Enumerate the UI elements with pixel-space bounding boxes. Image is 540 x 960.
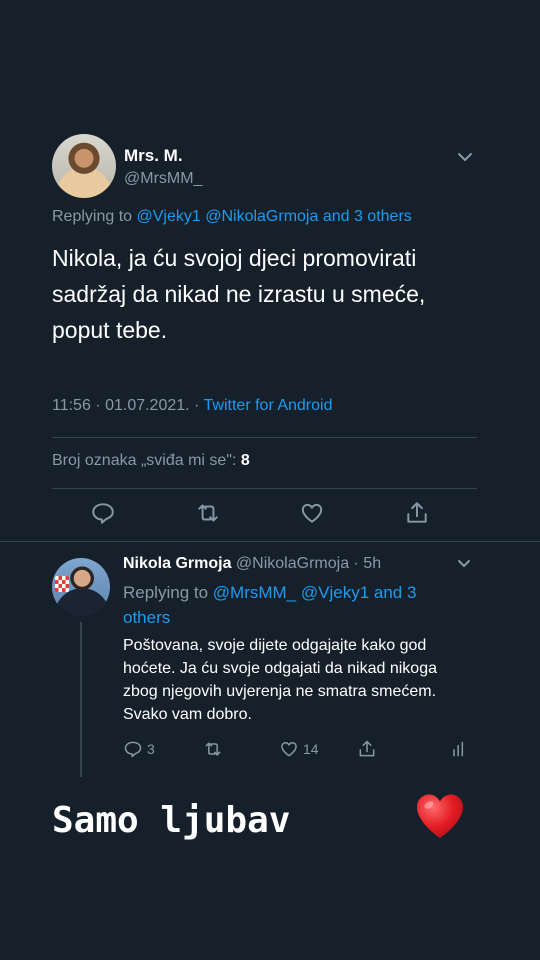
reply-author-handle-time: @NikolaGrmoja · 5h	[231, 555, 382, 572]
chevron-down-icon[interactable]	[456, 558, 472, 570]
share-icon[interactable]	[404, 500, 430, 526]
analytics-icon	[453, 741, 464, 757]
tweet-actions	[52, 500, 477, 532]
reply-replying-to: Replying to @MrsMM_ @Vjeky1 and 3 others	[123, 580, 453, 630]
retweet-icon	[205, 742, 221, 756]
divider	[52, 437, 477, 438]
tweet-text: Nikola, ja ću svojoj djeci promovirati s…	[52, 245, 426, 343]
reply-actions: 3 14	[123, 738, 473, 762]
avatar[interactable]	[52, 134, 116, 198]
story-caption: Samo ljubav	[52, 800, 291, 841]
red-heart-icon	[417, 794, 463, 838]
reply-like-button[interactable]: 14	[279, 738, 319, 760]
author-handle[interactable]: @MrsMM_	[124, 170, 202, 188]
divider	[52, 488, 477, 489]
divider	[0, 541, 540, 542]
retweet-icon[interactable]	[195, 500, 221, 526]
likes-count: 8	[240, 452, 250, 469]
replying-to-users-link[interactable]: @Vjeky1 @NikolaGrmoja and 3 others	[137, 208, 412, 225]
like-icon	[281, 742, 297, 757]
tweet-meta: 11:56 · 01.07.2021. · Twitter for Androi…	[52, 397, 332, 415]
reply-text: Poštovana, svoje dijete odgajajte kako g…	[123, 637, 437, 723]
reply-like-count: 14	[303, 741, 319, 757]
croatian-checkerboard-icon	[55, 576, 69, 592]
tweet-timestamp: 11:56 · 01.07.2021. ·	[52, 397, 204, 414]
reply-replying-to-label: Replying to	[123, 583, 213, 602]
reply-comment-button[interactable]: 3	[123, 738, 155, 760]
chevron-down-icon[interactable]	[456, 150, 474, 164]
likes-label: Broj oznaka „sviđa mi se":	[52, 452, 241, 469]
reply-avatar[interactable]	[52, 558, 110, 616]
reply-share-button[interactable]	[357, 738, 377, 760]
share-icon	[359, 740, 375, 757]
like-icon[interactable]	[299, 500, 325, 526]
comment-icon[interactable]	[90, 500, 116, 526]
tweet-client-link[interactable]: Twitter for Android	[204, 397, 333, 414]
reply-header[interactable]: Nikola Grmoja @NikolaGrmoja · 5h	[123, 555, 381, 573]
reply-retweet-button[interactable]	[203, 738, 223, 760]
replying-to-label: Replying to	[52, 208, 137, 225]
reply-comment-count: 3	[147, 741, 155, 757]
author-name[interactable]: Mrs. M.	[124, 146, 183, 166]
likes-row[interactable]: Broj oznaka „sviđa mi se": 8	[52, 452, 250, 470]
thread-line	[80, 622, 82, 777]
reply-author-name[interactable]: Nikola Grmoja	[123, 555, 231, 572]
comment-icon	[124, 741, 142, 758]
replying-to: Replying to @Vjeky1 @NikolaGrmoja and 3 …	[52, 208, 412, 226]
reply-analytics-button[interactable]	[449, 738, 469, 760]
